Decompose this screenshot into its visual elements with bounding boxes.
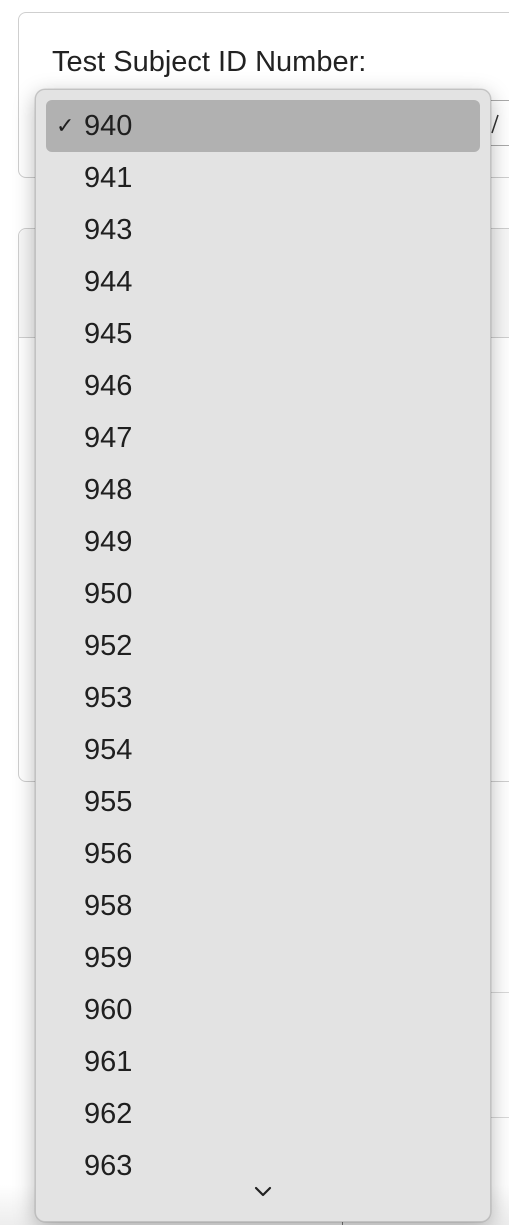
option-item[interactable]: 947 — [46, 412, 480, 464]
option-item[interactable]: 950 — [46, 568, 480, 620]
checkmark-icon: ✓ — [56, 113, 75, 138]
subject-id-label: Test Subject ID Number: — [52, 46, 367, 78]
option-label: 940 — [84, 110, 133, 142]
option-item[interactable]: 941 — [46, 152, 480, 204]
option-item[interactable]: 958 — [46, 880, 480, 932]
option-label: 950 — [84, 578, 133, 610]
option-item[interactable]: 946 — [46, 360, 480, 412]
option-item[interactable]: 949 — [46, 516, 480, 568]
option-label: 954 — [84, 734, 133, 766]
option-list: ✓ 940 941 943 944 945 946 947 948 949 950 952 953 954… — [36, 100, 490, 1192]
option-label: 944 — [84, 266, 133, 298]
option-label: 941 — [84, 162, 133, 194]
option-label: 949 — [84, 526, 133, 558]
option-item[interactable]: 961 — [46, 1036, 480, 1088]
option-label: 953 — [84, 682, 133, 714]
option-label: 958 — [84, 890, 133, 922]
option-item[interactable]: 944 — [46, 256, 480, 308]
option-item[interactable]: 953 — [46, 672, 480, 724]
option-label: 960 — [84, 994, 133, 1026]
option-label: 945 — [84, 318, 133, 350]
option-item[interactable]: 943 — [46, 204, 480, 256]
option-label: 955 — [84, 786, 133, 818]
option-label: 961 — [84, 1046, 133, 1078]
subject-id-dropdown[interactable]: ✓ 940 941 943 944 945 946 947 948 949 950 952 953 954… — [35, 89, 491, 1222]
option-item[interactable]: 954 — [46, 724, 480, 776]
option-item[interactable]: 959 — [46, 932, 480, 984]
option-item[interactable]: 948 — [46, 464, 480, 516]
option-selected[interactable]: ✓ 940 — [46, 100, 480, 152]
option-item[interactable]: 945 — [46, 308, 480, 360]
option-item[interactable]: 960 — [46, 984, 480, 1036]
option-label: 946 — [84, 370, 133, 402]
page: Test Subject ID Number: ✓ 940 941 943 944 945… — [0, 0, 509, 1225]
option-label: 943 — [84, 214, 133, 246]
option-label: 948 — [84, 474, 133, 506]
option-label: 962 — [84, 1098, 133, 1130]
option-item[interactable]: 952 — [46, 620, 480, 672]
option-label: 947 — [84, 422, 133, 454]
option-item[interactable]: 962 — [46, 1088, 480, 1140]
option-item[interactable]: 956 — [46, 828, 480, 880]
option-label: 963 — [84, 1150, 133, 1182]
option-label: 952 — [84, 630, 133, 662]
chevron-down-icon[interactable] — [36, 1185, 490, 1213]
option-label: 959 — [84, 942, 133, 974]
option-item[interactable]: 955 — [46, 776, 480, 828]
option-label: 956 — [84, 838, 133, 870]
